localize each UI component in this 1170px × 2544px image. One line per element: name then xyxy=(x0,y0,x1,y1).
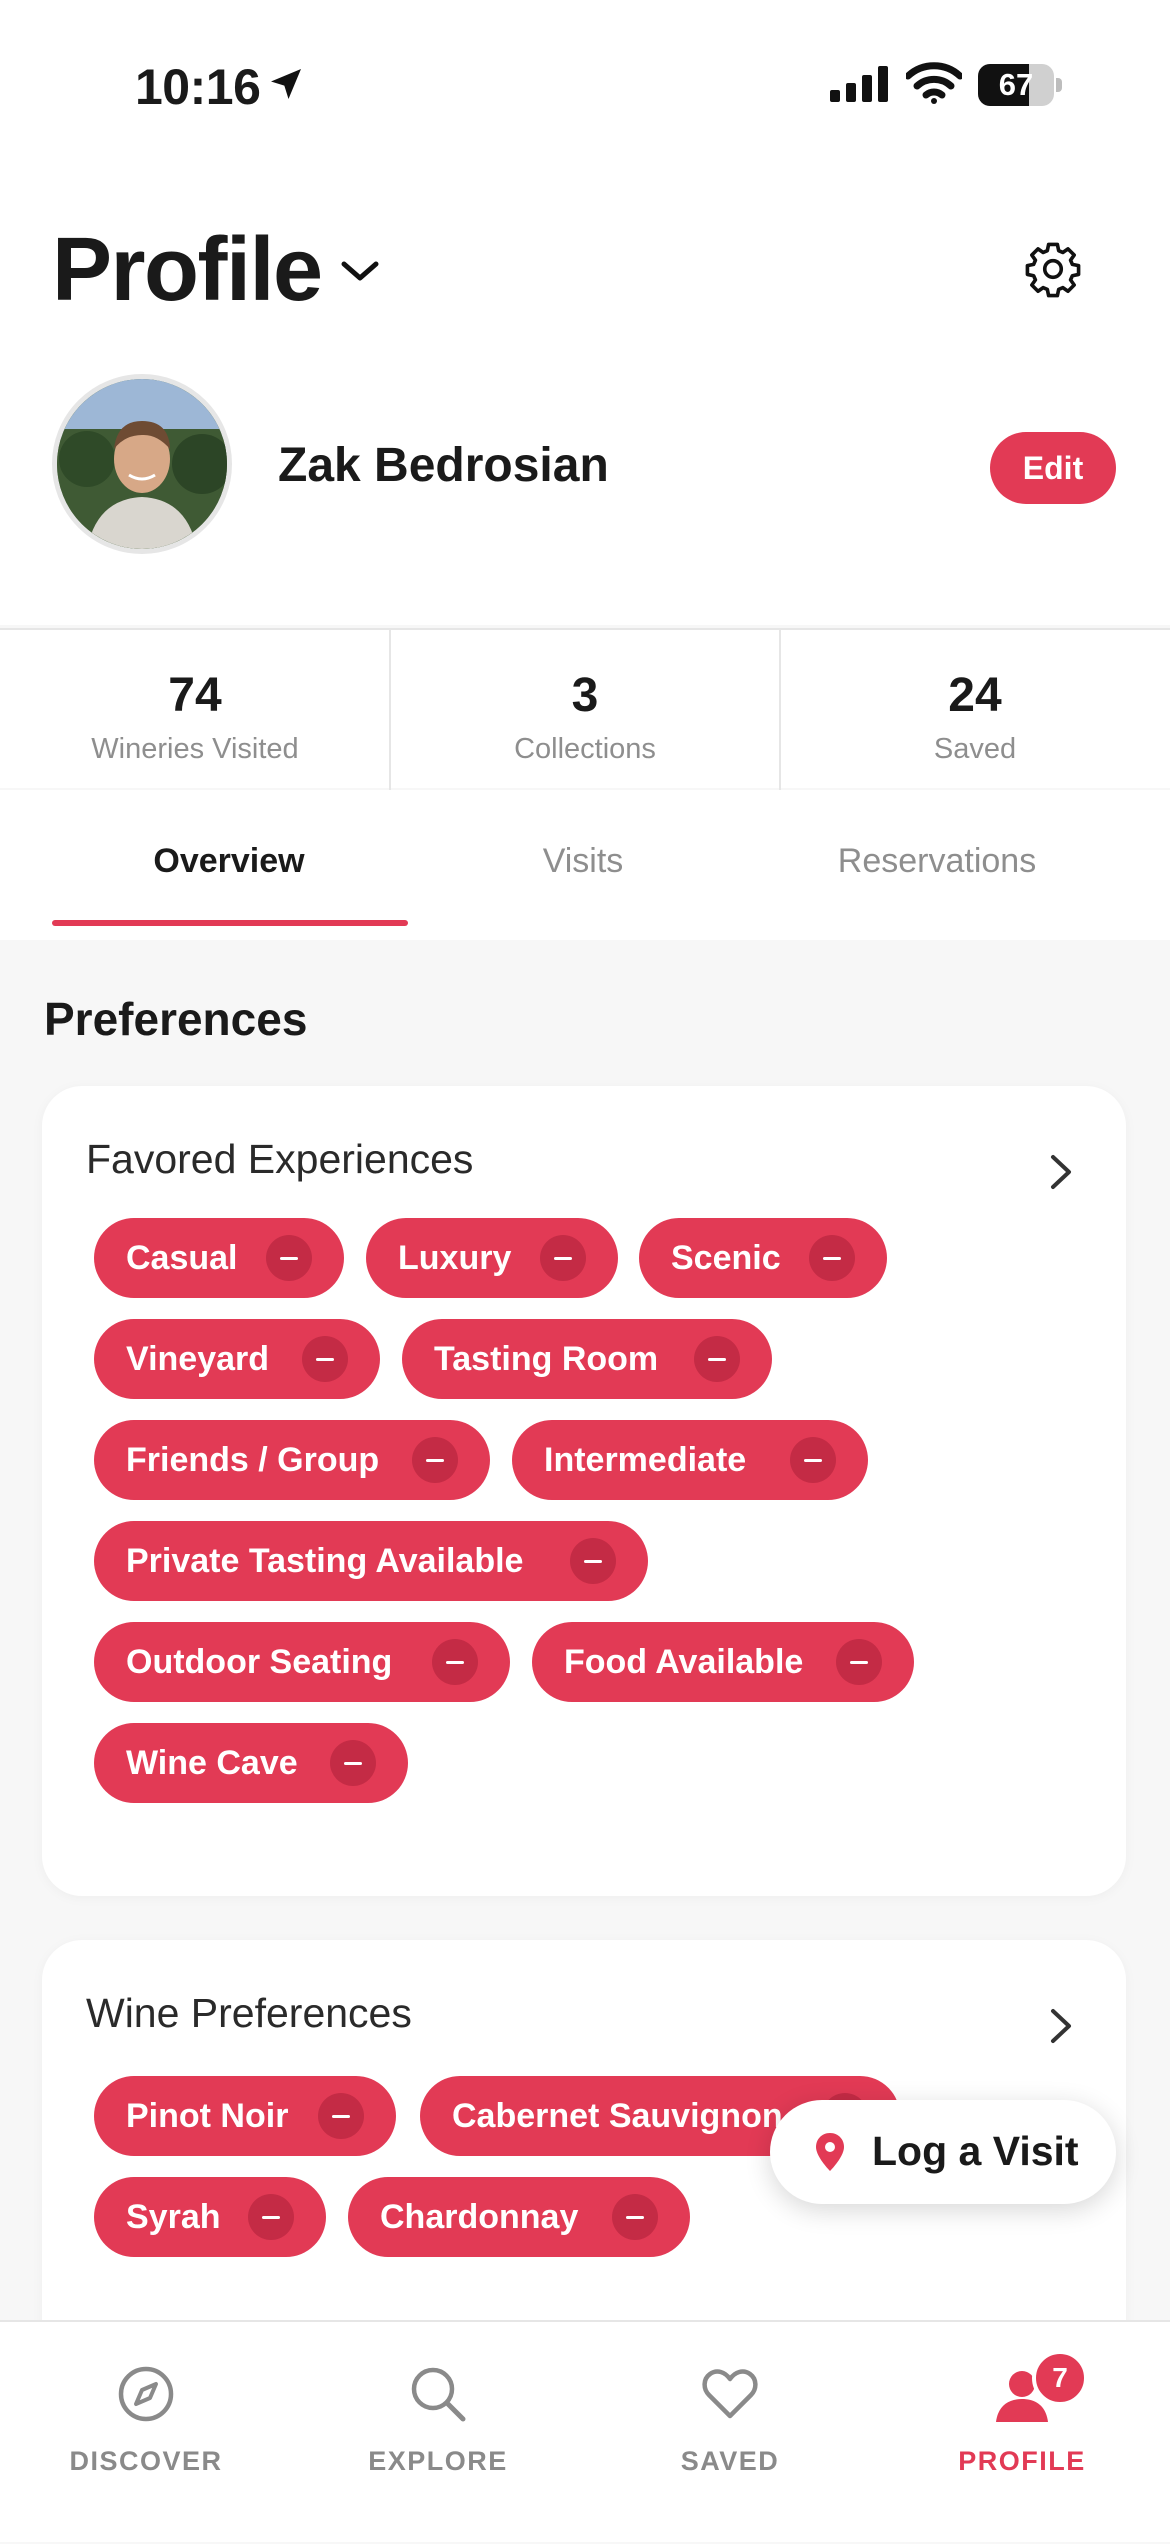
chip-label: Syrah xyxy=(126,2198,221,2236)
battery-percent: 67 xyxy=(998,67,1034,102)
nav-explore[interactable]: EXPLORE xyxy=(292,2322,584,2544)
tab-reservations[interactable]: Reservations xyxy=(760,842,1114,881)
avatar-photo xyxy=(57,379,227,549)
chip-label: Pinot Noir xyxy=(126,2097,289,2135)
chip-casual[interactable]: Casual xyxy=(94,1218,344,1298)
chip-label: Wine Cave xyxy=(126,1744,298,1782)
chip-tasting-room[interactable]: Tasting Room xyxy=(402,1319,772,1399)
remove-icon[interactable] xyxy=(302,1336,348,1382)
notification-badge: 7 xyxy=(1032,2350,1088,2406)
nav-saved[interactable]: SAVED xyxy=(584,2322,876,2544)
heart-icon xyxy=(702,2369,758,2419)
edit-profile-button[interactable]: Edit xyxy=(990,432,1116,504)
map-pin-icon xyxy=(816,2133,844,2171)
chip-intermediate[interactable]: Intermediate xyxy=(512,1420,868,1500)
chip-luxury[interactable]: Luxury xyxy=(366,1218,618,1298)
remove-icon[interactable] xyxy=(318,2093,364,2139)
chip-syrah[interactable]: Syrah xyxy=(94,2177,326,2257)
remove-icon[interactable] xyxy=(836,1639,882,1685)
user-name: Zak Bedrosian xyxy=(278,439,609,492)
avatar[interactable] xyxy=(52,374,232,554)
chip-label: Outdoor Seating xyxy=(126,1643,393,1681)
remove-icon[interactable] xyxy=(809,1235,855,1281)
status-time: 10:16 xyxy=(135,59,261,115)
nav-profile[interactable]: 7 PROFILE xyxy=(876,2322,1168,2544)
nav-label: PROFILE xyxy=(958,2446,1086,2476)
stat-value: 74 xyxy=(168,669,222,722)
chip-label: Tasting Room xyxy=(434,1340,659,1378)
battery-indicator: 67 xyxy=(978,64,1062,106)
remove-icon[interactable] xyxy=(790,1437,836,1483)
chip-label: Intermediate xyxy=(544,1441,747,1479)
chip-label: Cabernet Sauvignon xyxy=(452,2097,783,2135)
tab-overview[interactable]: Overview xyxy=(52,842,406,881)
wifi-icon xyxy=(906,62,962,104)
log-a-visit-label: Log a Visit xyxy=(872,2128,1079,2174)
chip-label: Private Tasting Available xyxy=(126,1542,524,1580)
log-a-visit-button[interactable]: Log a Visit xyxy=(770,2100,1116,2204)
search-icon xyxy=(411,2367,466,2422)
compass-icon xyxy=(118,2366,174,2422)
stat-label: Collections xyxy=(514,733,656,765)
stat-label: Wineries Visited xyxy=(91,733,299,765)
chip-label: Friends / Group xyxy=(126,1441,380,1479)
nav-discover[interactable]: DISCOVER xyxy=(0,2322,292,2544)
cellular-signal-icon xyxy=(830,66,888,102)
chip-label: Scenic xyxy=(671,1239,781,1277)
chip-scenic[interactable]: Scenic xyxy=(639,1218,887,1298)
location-arrow-icon xyxy=(271,69,301,99)
stat-label: Saved xyxy=(933,733,1017,765)
chevron-right-icon[interactable] xyxy=(1048,2006,1074,2046)
chip-wine-cave[interactable]: Wine Cave xyxy=(94,1723,408,1803)
page-title[interactable]: Profile xyxy=(52,220,323,320)
chip-vineyard[interactable]: Vineyard xyxy=(94,1319,380,1399)
remove-icon[interactable] xyxy=(266,1235,312,1281)
chip-label: Luxury xyxy=(398,1239,512,1277)
remove-icon[interactable] xyxy=(540,1235,586,1281)
bottom-navigation: DISCOVER EXPLORE SAVED 7 PROFILE xyxy=(0,2320,1170,2542)
section-title-preferences: Preferences xyxy=(44,993,308,1045)
chip-label: Chardonnay xyxy=(380,2198,579,2236)
remove-icon[interactable] xyxy=(330,1740,376,1786)
chip-outdoor-seating[interactable]: Outdoor Seating xyxy=(94,1622,510,1702)
chip-pinot-noir[interactable]: Pinot Noir xyxy=(94,2076,396,2156)
stats-bar: 74 Wineries Visited 3 Collections 24 Sav… xyxy=(0,628,1170,790)
favored-experiences-card[interactable]: Favored Experiences Casual Luxury Scenic… xyxy=(42,1086,1126,1896)
remove-icon[interactable] xyxy=(248,2194,294,2240)
remove-icon[interactable] xyxy=(570,1538,616,1584)
chip-food-available[interactable]: Food Available xyxy=(532,1622,914,1702)
chevron-right-icon[interactable] xyxy=(1048,1152,1074,1192)
chip-label: Vineyard xyxy=(126,1340,270,1378)
nav-label: DISCOVER xyxy=(69,2446,223,2476)
chip-private-tasting[interactable]: Private Tasting Available xyxy=(94,1521,648,1601)
nav-label: SAVED xyxy=(680,2446,780,2476)
remove-icon[interactable] xyxy=(412,1437,458,1483)
tab-visits[interactable]: Visits xyxy=(406,842,760,881)
chip-chardonnay[interactable]: Chardonnay xyxy=(348,2177,690,2257)
card-title: Favored Experiences xyxy=(86,1136,474,1182)
stat-collections[interactable]: 3 Collections xyxy=(390,630,780,790)
card-title: Wine Preferences xyxy=(86,1990,412,2036)
active-tab-indicator xyxy=(52,920,408,926)
chip-friends-group[interactable]: Friends / Group xyxy=(94,1420,490,1500)
stat-wineries-visited[interactable]: 74 Wineries Visited xyxy=(0,630,390,790)
chip-label: Casual xyxy=(126,1239,238,1277)
remove-icon[interactable] xyxy=(694,1336,740,1382)
chip-label: Food Available xyxy=(564,1643,804,1681)
remove-icon[interactable] xyxy=(612,2194,658,2240)
chevron-down-icon[interactable] xyxy=(338,256,382,286)
gear-icon[interactable] xyxy=(1022,238,1084,300)
remove-icon[interactable] xyxy=(432,1639,478,1685)
stat-value: 24 xyxy=(948,669,1002,722)
stat-value: 3 xyxy=(571,669,599,722)
stat-saved[interactable]: 24 Saved xyxy=(780,630,1170,790)
nav-label: EXPLORE xyxy=(368,2446,508,2476)
